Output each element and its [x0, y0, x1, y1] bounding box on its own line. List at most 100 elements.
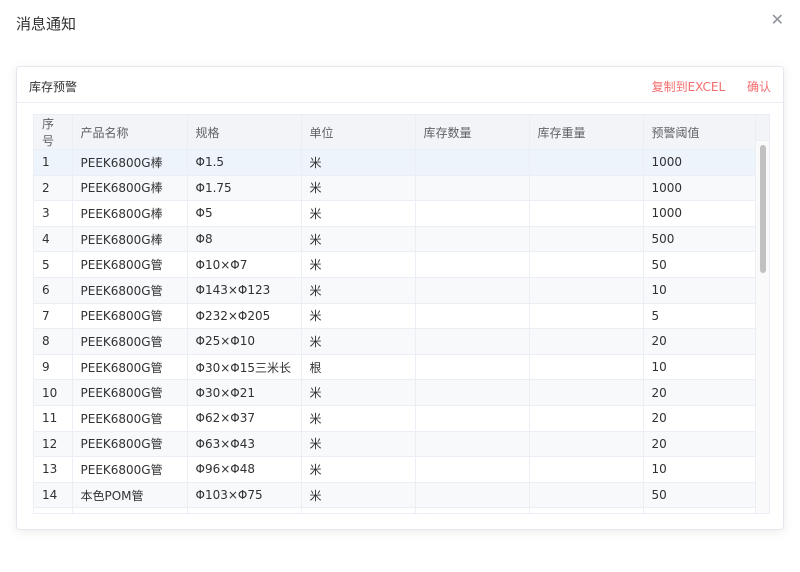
cell-stock-weight: [529, 431, 644, 458]
cell-index: 11: [34, 405, 73, 432]
copy-to-excel-button[interactable]: 复制到EXCEL: [652, 80, 726, 94]
cell-index: 5: [34, 251, 73, 278]
cell-threshold: 10: [643, 277, 757, 304]
card-title: 库存预警: [29, 80, 78, 94]
cell-threshold: 50: [643, 251, 757, 278]
cell-index: 13: [34, 456, 73, 483]
cell-stock-qty: [415, 379, 530, 406]
cell-threshold: 1000: [643, 149, 757, 176]
table-row[interactable]: 14 本色POM管 Φ103×Φ75 米 50: [34, 482, 757, 509]
cell-threshold: 10: [643, 456, 757, 483]
cell-spec: Φ1.75: [187, 175, 302, 202]
cell-product-name: PEEK6800G管: [72, 328, 188, 355]
cell-stock-qty: 3: [415, 507, 530, 513]
cell-stock-qty: [415, 405, 530, 432]
cell-index: 3: [34, 200, 73, 227]
cell-product-name: PEEK6800G管: [72, 379, 188, 406]
cell-stock-weight: [529, 507, 644, 513]
cell-product-name: PEEK6800G棒: [72, 175, 188, 202]
table-row[interactable]: 7 PEEK6800G管 Φ232×Φ205 米 5: [34, 303, 757, 330]
cell-stock-weight: [529, 482, 644, 509]
table-row[interactable]: 13 PEEK6800G管 Φ96×Φ48 米 10: [34, 456, 757, 483]
cell-index: 9: [34, 354, 73, 381]
cell-product-name: 本色POM管: [72, 482, 188, 509]
cell-product-name: 本色POM管: [72, 507, 188, 513]
column-header-threshold[interactable]: 预警阈值: [643, 115, 757, 150]
table-row[interactable]: 11 PEEK6800G管 Φ62×Φ37 米 20: [34, 405, 757, 432]
column-header-stock-weight[interactable]: 库存重量: [529, 115, 644, 150]
cell-unit: 米: [301, 277, 416, 304]
table-row[interactable]: 12 PEEK6800G管 Φ63×Φ43 米 20: [34, 431, 757, 458]
column-header-stock-qty[interactable]: 库存数量: [415, 115, 530, 150]
cell-product-name: PEEK6800G管: [72, 405, 188, 432]
cell-stock-qty: [415, 328, 530, 355]
cell-threshold: 50: [643, 482, 757, 509]
cell-product-name: PEEK6800G管: [72, 354, 188, 381]
vertical-scrollbar[interactable]: [755, 141, 769, 513]
column-header-index[interactable]: 序号: [34, 115, 73, 150]
cell-product-name: PEEK6800G管: [72, 303, 188, 330]
cell-unit: 米: [301, 328, 416, 355]
cell-threshold: 5: [643, 303, 757, 330]
cell-stock-weight: [529, 226, 644, 253]
cell-product-name: PEEK6800G棒: [72, 226, 188, 253]
cell-index: 14: [34, 482, 73, 509]
cell-unit: 米: [301, 379, 416, 406]
table-row[interactable]: 5 PEEK6800G管 Φ10×Φ7 米 50: [34, 251, 757, 278]
table-row[interactable]: 8 PEEK6800G管 Φ25×Φ10 米 20: [34, 328, 757, 355]
cell-unit: 根: [301, 354, 416, 381]
column-header-unit[interactable]: 单位: [301, 115, 416, 150]
cell-product-name: PEEK6800G棒: [72, 200, 188, 227]
confirm-button[interactable]: 确认: [747, 80, 771, 94]
scrollbar-thumb[interactable]: [760, 145, 766, 273]
cell-spec: Φ96×Φ48: [187, 456, 302, 483]
table-header-row: 序号 产品名称 规格 单位 库存数量 库存重量 预警阈值: [34, 115, 757, 150]
cell-unit: 米: [301, 149, 416, 176]
cell-stock-qty: [415, 456, 530, 483]
cell-unit: 米: [301, 251, 416, 278]
cell-index: 12: [34, 431, 73, 458]
inventory-alert-card: 库存预警 复制到EXCEL 确认 序号 产品名称 规格 单位 库存数量 库存重量…: [16, 66, 784, 530]
table-row[interactable]: 6 PEEK6800G管 Φ143×Φ123 米 10: [34, 277, 757, 304]
cell-spec: Φ62×Φ37: [187, 405, 302, 432]
cell-threshold: 20: [643, 379, 757, 406]
cell-unit: 米: [301, 456, 416, 483]
cell-stock-qty: [415, 149, 530, 176]
cell-spec: Φ30×Φ21: [187, 379, 302, 406]
cell-product-name: PEEK6800G管: [72, 431, 188, 458]
cell-product-name: PEEK6800G管: [72, 277, 188, 304]
cell-product-name: PEEK6800G棒: [72, 149, 188, 176]
cell-index: 10: [34, 379, 73, 406]
cell-threshold: 1000: [643, 200, 757, 227]
cell-stock-qty: [415, 303, 530, 330]
table-row[interactable]: 2 PEEK6800G棒 Φ1.75 米 1000: [34, 175, 757, 202]
cell-stock-qty: [415, 200, 530, 227]
cell-index: 1: [34, 149, 73, 176]
cell-stock-qty: [415, 482, 530, 509]
cell-spec: Φ103×Φ75: [187, 482, 302, 509]
cell-stock-weight: [529, 328, 644, 355]
cell-stock-qty: [415, 175, 530, 202]
table-row[interactable]: 15本色POM管Φ106×Φ81米3 50: [34, 507, 757, 513]
cell-product-name: PEEK6800G管: [72, 251, 188, 278]
cell-stock-weight: [529, 303, 644, 330]
table-row[interactable]: 9 PEEK6800G管 Φ30×Φ15三米长根 10: [34, 354, 757, 381]
cell-spec: Φ1.5: [187, 149, 302, 176]
cell-spec: Φ63×Φ43: [187, 431, 302, 458]
cell-threshold: 50: [643, 507, 757, 513]
cell-threshold: 1000: [643, 175, 757, 202]
inventory-table: 序号 产品名称 规格 单位 库存数量 库存重量 预警阈值 1 PEEK6800G棒…: [33, 114, 770, 514]
cell-unit: 米: [301, 303, 416, 330]
table-row[interactable]: 3 PEEK6800G棒 Φ5 米 1000: [34, 200, 757, 227]
cell-threshold: 20: [643, 431, 757, 458]
table-row[interactable]: 1 PEEK6800G棒 Φ1.5 米 1000: [34, 149, 757, 176]
cell-stock-qty: [415, 354, 530, 381]
column-header-product-name[interactable]: 产品名称: [72, 115, 188, 150]
close-icon[interactable]: ✕: [771, 12, 784, 28]
table-row[interactable]: 10 PEEK6800G管 Φ30×Φ21 米 20: [34, 379, 757, 406]
table-row[interactable]: 4 PEEK6800G棒 Φ8 米 500: [34, 226, 757, 253]
column-header-spec[interactable]: 规格: [187, 115, 302, 150]
cell-stock-weight: [529, 175, 644, 202]
cell-threshold: 500: [643, 226, 757, 253]
scrollbar-header-gutter: [755, 115, 769, 141]
